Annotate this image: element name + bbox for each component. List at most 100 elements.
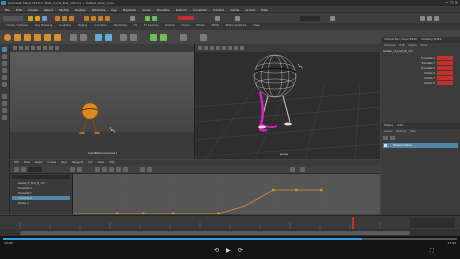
- stats-field[interactable]: [28, 167, 42, 172]
- render-settings-icon[interactable]: [215, 15, 220, 21]
- shadows-icon[interactable]: [228, 46, 232, 50]
- playback-controls[interactable]: [410, 218, 455, 228]
- graph-menu-help[interactable]: Help: [109, 161, 115, 165]
- channel-value-keyed[interactable]: [437, 71, 453, 75]
- menu-windows[interactable]: Windows: [92, 8, 105, 12]
- xray-icon[interactable]: [55, 46, 59, 50]
- graph-menu-select[interactable]: Select: [35, 161, 43, 165]
- playblast-icon[interactable]: [150, 34, 157, 41]
- menu-layer-options[interactable]: Options: [396, 130, 406, 134]
- textured-icon[interactable]: [31, 46, 35, 50]
- time-slider[interactable]: [0, 215, 460, 230]
- shelf-tab-mash[interactable]: MASH: [212, 24, 219, 28]
- menu-channel-edit[interactable]: Edit: [400, 44, 405, 48]
- graph-menu-curves[interactable]: Curves: [47, 161, 56, 165]
- outliner-search-field[interactable]: [12, 175, 70, 179]
- menu-arnold[interactable]: Arnold: [245, 8, 255, 12]
- menu-visualize[interactable]: Visualize: [157, 8, 170, 12]
- viewport-perspective[interactable]: persp: [195, 44, 380, 159]
- outliner-item[interactable]: Translate X: [12, 186, 70, 190]
- layer-row[interactable]: BaseAnimation: [383, 143, 458, 148]
- step-tangent-icon[interactable]: [116, 167, 121, 172]
- rotate-tool-icon[interactable]: [2, 75, 7, 80]
- range-slider-handle[interactable]: [20, 230, 410, 235]
- outliner-item[interactable]: walker_rt_foot_fk_ctrl: [12, 181, 70, 185]
- ipr-render-icon[interactable]: [152, 15, 157, 21]
- camera-icon[interactable]: [198, 46, 202, 50]
- menu-file[interactable]: File: [5, 8, 10, 12]
- wireframe-icon[interactable]: [19, 46, 23, 50]
- viewport-camera[interactable]: CamBall (camera1): [10, 44, 195, 159]
- shelf-tab-curves[interactable]: Curves / Surfaces: [6, 24, 28, 28]
- flat-tangent-icon[interactable]: [109, 167, 114, 172]
- graph-menu-keys[interactable]: Keys: [61, 161, 67, 165]
- menu-audio[interactable]: Audio: [142, 8, 151, 12]
- outliner-item[interactable]: Rotate X: [12, 201, 70, 205]
- shelf-tab-fx-caching[interactable]: FX Caching: [144, 24, 158, 28]
- channel-value-keyed[interactable]: [437, 66, 453, 70]
- channel-row[interactable]: Rotate X: [383, 71, 453, 75]
- channel-row[interactable]: Rotate Z: [383, 81, 453, 85]
- isolate-icon[interactable]: [234, 46, 238, 50]
- paint-select-icon[interactable]: [2, 61, 7, 66]
- toggle-channels-icon[interactable]: [434, 15, 439, 21]
- open-scene-icon[interactable]: [35, 15, 40, 21]
- toggle-panel-icon[interactable]: [420, 15, 425, 21]
- menu-playback[interactable]: Playback: [123, 8, 136, 12]
- select-tool-icon[interactable]: [2, 47, 7, 52]
- user-icon[interactable]: [330, 15, 335, 21]
- buffer-curve-icon[interactable]: [290, 167, 295, 172]
- cube-icon[interactable]: [14, 34, 21, 41]
- graph-editor-canvas[interactable]: [73, 174, 380, 215]
- shelf-tab-motion-graphics[interactable]: Motion Graphics: [226, 24, 246, 28]
- snap-grid-icon[interactable]: [84, 15, 89, 21]
- menu-modify[interactable]: Modify: [59, 8, 69, 12]
- cone-icon[interactable]: [34, 34, 41, 41]
- menu-control[interactable]: Control: [213, 8, 224, 12]
- ghost-icon[interactable]: [160, 34, 167, 41]
- graph-editor-icon[interactable]: [120, 34, 127, 41]
- smooth-shade-icon[interactable]: [210, 46, 214, 50]
- video-progress-track[interactable]: [3, 238, 457, 240]
- graph-menu-tangents[interactable]: Tangents: [72, 161, 83, 165]
- breakdown-key-icon[interactable]: [105, 34, 112, 41]
- menu-show[interactable]: Show: [420, 44, 427, 48]
- render-icon[interactable]: [145, 15, 150, 21]
- menu-object[interactable]: Object: [408, 44, 416, 48]
- select-component-icon[interactable]: [69, 15, 74, 21]
- break-tangent-icon[interactable]: [140, 167, 145, 172]
- shelf-tab-rigging[interactable]: Rigging: [78, 24, 87, 28]
- tab-anim-layers[interactable]: Anim: [397, 124, 403, 128]
- channel-value-keyed[interactable]: [437, 56, 453, 60]
- outliner-item-selected[interactable]: Translate Z: [12, 196, 70, 200]
- shelf-tab-custom[interactable]: Custom: [165, 24, 175, 28]
- outliner-item[interactable]: Translate Y: [12, 191, 70, 195]
- tab-display-layers[interactable]: Display: [384, 124, 393, 128]
- menu-constrain[interactable]: Constrain: [193, 8, 207, 12]
- history-icon[interactable]: [130, 15, 135, 21]
- four-view-layout-icon[interactable]: [2, 101, 7, 106]
- single-layout-icon[interactable]: [2, 94, 7, 99]
- isolate-icon[interactable]: [49, 46, 53, 50]
- channel-row[interactable]: Translate Y: [383, 61, 453, 65]
- menu-layer-help[interactable]: Help: [410, 130, 416, 134]
- channel-value-keyed[interactable]: [437, 76, 453, 80]
- range-slider[interactable]: [0, 229, 460, 236]
- menu-select[interactable]: Select: [44, 8, 53, 12]
- selected-object-name[interactable]: walker_rt_foot_fk_ctrl: [383, 50, 413, 53]
- dope-sheet-icon[interactable]: [130, 34, 137, 41]
- forward-icon[interactable]: ⟳: [238, 248, 243, 254]
- graph-menu-list[interactable]: List: [88, 161, 92, 165]
- lasso-tool-icon[interactable]: [2, 54, 7, 59]
- shelf-tab-arnold[interactable]: Arnold: [181, 24, 189, 28]
- motion-trail-icon[interactable]: [180, 34, 187, 41]
- shelf-tab-fx[interactable]: FX: [134, 24, 137, 28]
- channel-value-keyed[interactable]: [437, 61, 453, 65]
- menu-channels[interactable]: Channels: [384, 44, 396, 48]
- new-scene-icon[interactable]: [28, 15, 33, 21]
- snap-curve-icon[interactable]: [91, 15, 96, 21]
- torus-icon[interactable]: [54, 34, 61, 41]
- wireframe-icon[interactable]: [204, 46, 208, 50]
- scale-tool-icon[interactable]: [2, 82, 7, 87]
- joint-tool-icon[interactable]: [70, 34, 77, 41]
